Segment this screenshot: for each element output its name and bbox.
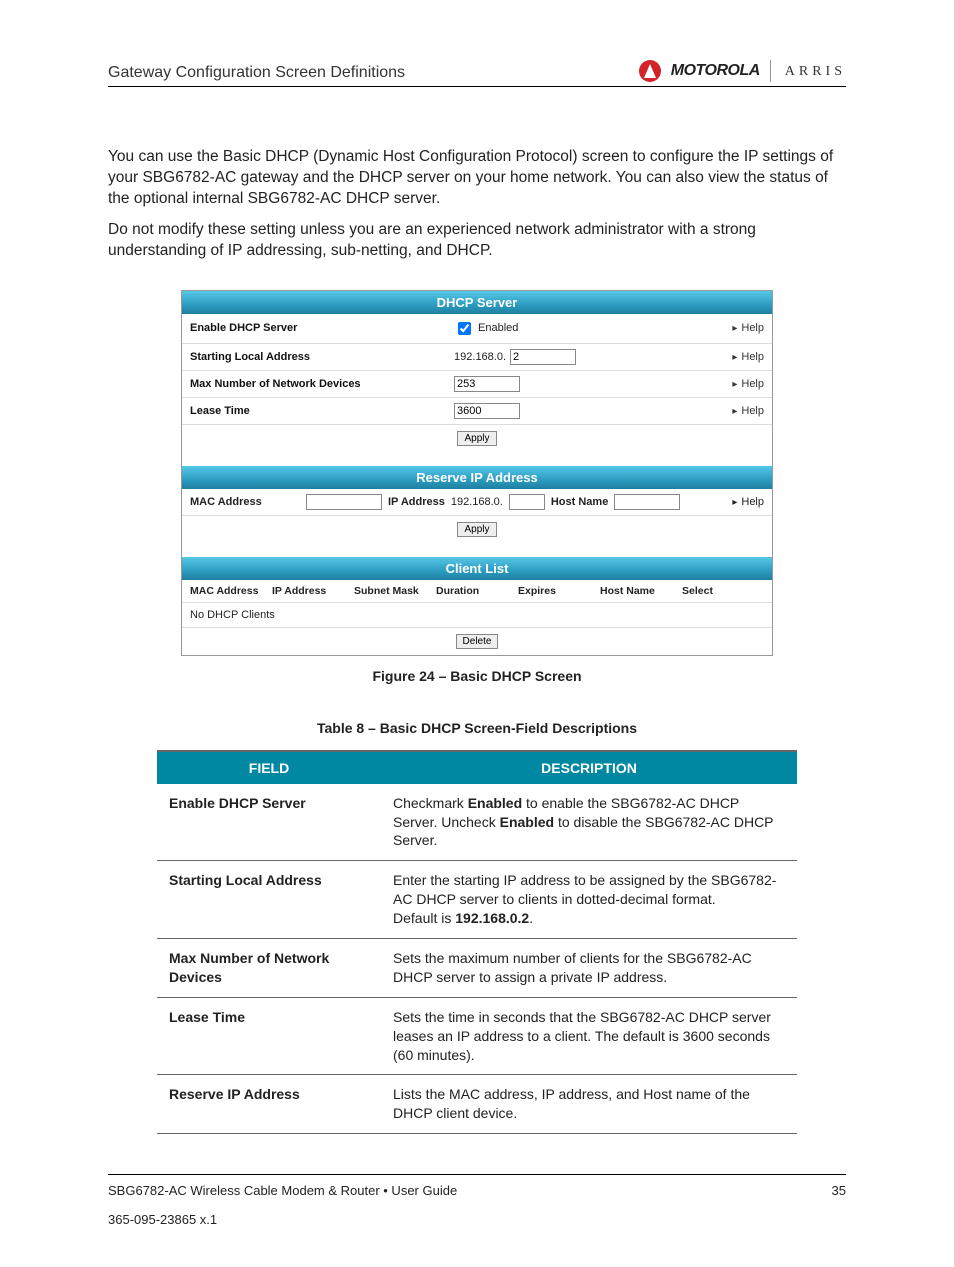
input-mac-address[interactable] bbox=[306, 494, 382, 510]
row-apply-reserve: Apply bbox=[182, 516, 772, 543]
ctrl-max-devices bbox=[454, 376, 649, 392]
td-field: Reserve IP Address bbox=[157, 1075, 381, 1134]
section-client-list: Client List bbox=[182, 557, 772, 580]
intro-p1: You can use the Basic DHCP (Dynamic Host… bbox=[108, 147, 846, 210]
input-ip-suffix[interactable] bbox=[509, 494, 545, 510]
col-mac: MAC Address bbox=[190, 585, 272, 597]
header-title: Gateway Configuration Screen Definitions bbox=[108, 64, 405, 82]
td-field: Max Number of Network Devices bbox=[157, 938, 381, 997]
label-lease-time: Lease Time bbox=[190, 405, 454, 417]
col-subnet: Subnet Mask bbox=[354, 585, 436, 597]
motorola-logo-icon bbox=[639, 60, 661, 82]
col-expires: Expires bbox=[518, 585, 600, 597]
section-reserve-ip: Reserve IP Address bbox=[182, 466, 772, 489]
ctrl-starting-address: 192.168.0. bbox=[454, 349, 649, 365]
brand-block: MOTOROLA ARRIS bbox=[639, 60, 846, 82]
row-enable-dhcp: Enable DHCP Server Enabled Help bbox=[182, 314, 772, 344]
label-ip-address: IP Address bbox=[388, 496, 445, 508]
row-max-devices: Max Number of Network Devices Help bbox=[182, 371, 772, 398]
input-starting-address[interactable] bbox=[510, 349, 576, 365]
input-lease-time[interactable] bbox=[454, 403, 520, 419]
footer-left: SBG6782-AC Wireless Cable Modem & Router… bbox=[108, 1183, 457, 1198]
col-host: Host Name bbox=[600, 585, 682, 597]
brand-motorola: MOTOROLA bbox=[671, 62, 760, 80]
prefix-starting-address: 192.168.0. bbox=[454, 351, 506, 363]
text-enabled: Enabled bbox=[478, 322, 518, 334]
td-field: Starting Local Address bbox=[157, 861, 381, 939]
row-starting-address: Starting Local Address 192.168.0. Help bbox=[182, 344, 772, 371]
help-link[interactable]: Help bbox=[649, 322, 764, 334]
intro-p2: Do not modify these setting unless you a… bbox=[108, 220, 846, 262]
page-footer: SBG6782-AC Wireless Cable Modem & Router… bbox=[108, 1174, 846, 1198]
figure-caption: Figure 24 – Basic DHCP Screen bbox=[108, 668, 846, 684]
label-host-name: Host Name bbox=[551, 496, 608, 508]
section-dhcp-server: DHCP Server bbox=[182, 291, 772, 314]
td-field: Lease Time bbox=[157, 997, 381, 1075]
th-field: FIELD bbox=[157, 751, 381, 784]
brand-arris: ARRIS bbox=[781, 62, 846, 80]
input-host-name[interactable] bbox=[614, 494, 680, 510]
td-desc: Sets the time in seconds that the SBG678… bbox=[381, 997, 797, 1075]
doc-number: 365-095-23865 x.1 bbox=[108, 1212, 846, 1227]
label-starting-address: Starting Local Address bbox=[190, 351, 454, 363]
col-duration: Duration bbox=[436, 585, 518, 597]
label-mac-address: MAC Address bbox=[190, 496, 300, 508]
row-delete-client: Delete bbox=[182, 628, 772, 655]
table-row: Reserve IP Address Lists the MAC address… bbox=[157, 1075, 797, 1134]
table-row: Starting Local Address Enter the startin… bbox=[157, 861, 797, 939]
checkbox-enabled[interactable] bbox=[458, 322, 471, 335]
apply-button[interactable]: Apply bbox=[457, 431, 496, 446]
table-caption: Table 8 – Basic DHCP Screen-Field Descri… bbox=[108, 720, 846, 736]
client-list-header: MAC Address IP Address Subnet Mask Durat… bbox=[182, 580, 772, 603]
help-link[interactable]: Help bbox=[649, 378, 764, 390]
row-apply-dhcp: Apply bbox=[182, 425, 772, 452]
col-select: Select bbox=[682, 585, 764, 597]
td-desc: Sets the maximum number of clients for t… bbox=[381, 938, 797, 997]
label-max-devices: Max Number of Network Devices bbox=[190, 378, 454, 390]
apply-button[interactable]: Apply bbox=[457, 522, 496, 537]
label-enable-dhcp: Enable DHCP Server bbox=[190, 322, 454, 334]
brand-arris-text: ARRIS bbox=[785, 64, 846, 79]
table-row: Max Number of Network Devices Sets the m… bbox=[157, 938, 797, 997]
no-clients-text: No DHCP Clients bbox=[182, 603, 772, 628]
row-reserve-ip: MAC Address IP Address 192.168.0. Host N… bbox=[182, 489, 772, 516]
table-row: Lease Time Sets the time in seconds that… bbox=[157, 997, 797, 1075]
delete-button[interactable]: Delete bbox=[456, 634, 499, 649]
field-description-table: FIELD DESCRIPTION Enable DHCP Server Che… bbox=[157, 750, 797, 1135]
row-lease-time: Lease Time Help bbox=[182, 398, 772, 425]
table-row: Enable DHCP Server Checkmark Enabled to … bbox=[157, 784, 797, 861]
help-link[interactable]: Help bbox=[649, 405, 764, 417]
intro-text: You can use the Basic DHCP (Dynamic Host… bbox=[108, 147, 846, 262]
input-max-devices[interactable] bbox=[454, 376, 520, 392]
th-desc: DESCRIPTION bbox=[381, 751, 797, 784]
help-link[interactable]: Help bbox=[649, 351, 764, 363]
col-ip: IP Address bbox=[272, 585, 354, 597]
td-desc: Enter the starting IP address to be assi… bbox=[381, 861, 797, 939]
page-header: Gateway Configuration Screen Definitions… bbox=[108, 60, 846, 87]
td-desc: Checkmark Enabled to enable the SBG6782-… bbox=[381, 784, 797, 861]
ctrl-lease-time bbox=[454, 403, 649, 419]
dhcp-screenshot: DHCP Server Enable DHCP Server Enabled H… bbox=[181, 290, 773, 656]
td-desc: Lists the MAC address, IP address, and H… bbox=[381, 1075, 797, 1134]
help-link[interactable]: Help bbox=[732, 496, 764, 508]
td-field: Enable DHCP Server bbox=[157, 784, 381, 861]
page-number: 35 bbox=[832, 1183, 846, 1198]
prefix-ip: 192.168.0. bbox=[451, 496, 503, 508]
ctrl-enable-dhcp: Enabled bbox=[454, 319, 649, 338]
brand-separator bbox=[770, 60, 771, 82]
